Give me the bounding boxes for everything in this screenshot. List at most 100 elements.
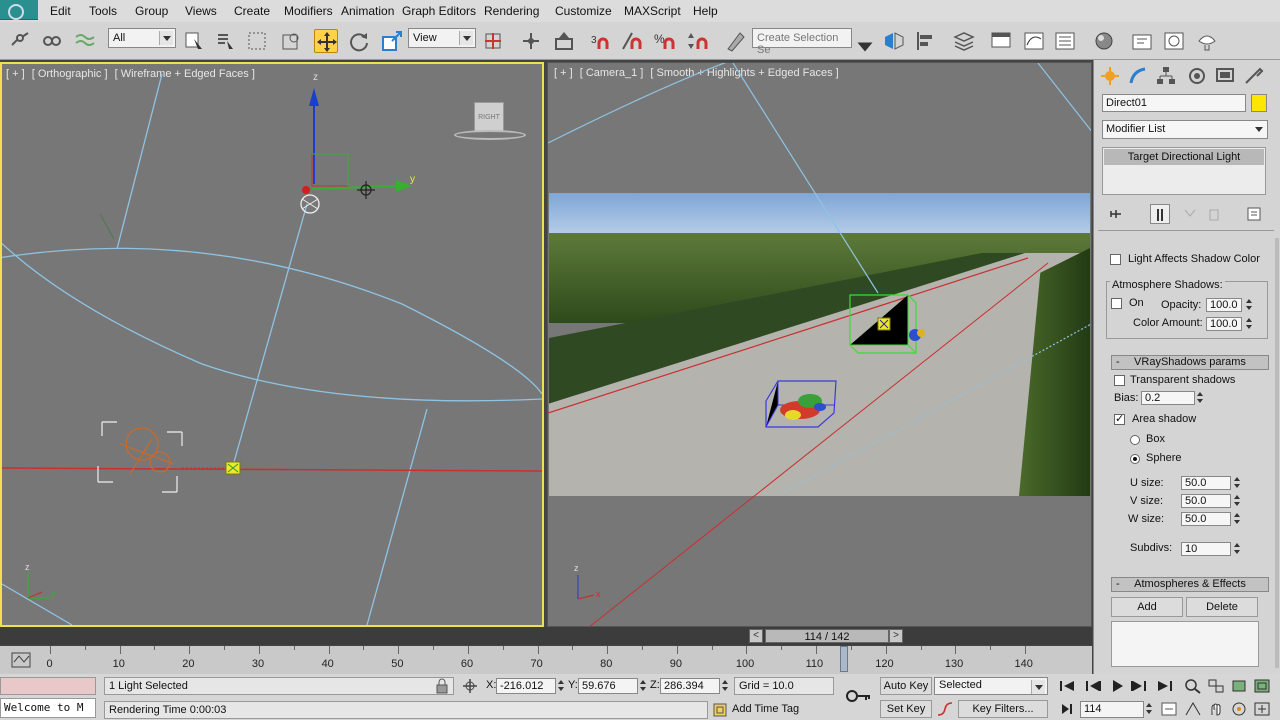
menu-views[interactable]: Views xyxy=(185,4,217,18)
select-and-scale-icon[interactable] xyxy=(380,29,404,53)
menu-graph-editors[interactable]: Graph Editors xyxy=(402,4,476,18)
spinner-snap-icon[interactable] xyxy=(686,29,710,53)
bind-to-space-warp-icon[interactable] xyxy=(73,29,97,53)
box-radio[interactable] xyxy=(1130,435,1140,445)
selection-filter-dropdown[interactable]: All xyxy=(108,28,176,48)
select-and-link-icon[interactable] xyxy=(8,29,32,53)
modifier-list-dropdown[interactable]: Modifier List xyxy=(1102,120,1268,139)
opacity-input[interactable]: 100.0 xyxy=(1206,298,1242,312)
menu-rendering[interactable]: Rendering xyxy=(484,4,539,18)
key-mode-toggle-icon[interactable] xyxy=(1058,701,1076,717)
align-icon[interactable] xyxy=(914,29,938,53)
keyboard-shortcut-override-icon[interactable] xyxy=(552,29,576,53)
rectangular-selection-icon[interactable] xyxy=(245,29,269,53)
menu-modifiers[interactable]: Modifiers xyxy=(284,4,333,18)
snaps-toggle-icon[interactable]: 3 xyxy=(589,29,613,53)
zoom-all-icon[interactable] xyxy=(1207,678,1225,694)
command-panel-scrollbar[interactable] xyxy=(1275,238,1279,668)
u-size-input[interactable]: 50.0 xyxy=(1181,476,1231,490)
z-coordinate-input[interactable]: 286.394 xyxy=(660,678,720,694)
chevron-down-icon[interactable] xyxy=(853,35,873,59)
menu-customize[interactable]: Customize xyxy=(555,4,612,18)
y-coordinate-input[interactable]: 59.676 xyxy=(578,678,638,694)
zoom-extents-all-icon[interactable] xyxy=(1253,678,1271,694)
effects-list[interactable] xyxy=(1111,621,1259,667)
w-size-input[interactable]: 50.0 xyxy=(1181,512,1231,526)
make-unique-icon[interactable] xyxy=(1182,206,1198,222)
display-tab-icon[interactable] xyxy=(1214,65,1236,87)
delete-effect-button[interactable]: Delete xyxy=(1186,597,1258,617)
create-tab-icon[interactable] xyxy=(1099,65,1121,87)
v-size-spinner[interactable] xyxy=(1233,493,1241,509)
atmosphere-shadows-on-checkbox[interactable] xyxy=(1111,298,1122,309)
material-editor-icon[interactable] xyxy=(1092,29,1116,53)
parameters-scroll-area[interactable]: Light Affects Shadow Color Atmosphere Sh… xyxy=(1098,230,1274,670)
zoom-extents-icon[interactable] xyxy=(1230,678,1248,694)
viewport-orthographic[interactable]: [ + ] [ Orthographic ] [ Wireframe + Edg… xyxy=(0,62,544,627)
x-coordinate-input[interactable]: -216.012 xyxy=(496,678,556,694)
pin-stack-icon[interactable] xyxy=(1108,206,1124,222)
modify-tab-icon[interactable] xyxy=(1127,65,1149,87)
v-size-input[interactable]: 50.0 xyxy=(1181,494,1231,508)
select-and-move-icon[interactable] xyxy=(314,29,338,53)
select-object-icon[interactable] xyxy=(182,29,206,53)
play-icon[interactable] xyxy=(1106,677,1128,695)
add-time-tag-button[interactable]: Add Time Tag xyxy=(732,701,834,717)
menu-group[interactable]: Group xyxy=(135,4,168,18)
select-by-name-icon[interactable] xyxy=(213,29,237,53)
key-filters-button[interactable]: Key Filters... xyxy=(958,700,1048,718)
remove-modifier-icon[interactable] xyxy=(1206,206,1222,222)
color-amount-input[interactable]: 100.0 xyxy=(1206,317,1242,331)
maximize-viewport-icon[interactable] xyxy=(1253,701,1271,717)
time-configuration-icon[interactable] xyxy=(1160,701,1178,717)
current-frame-input[interactable]: 114 xyxy=(1080,701,1144,718)
show-end-result-icon[interactable] xyxy=(1150,204,1170,224)
stack-item-target-directional-light[interactable]: Target Directional Light xyxy=(1104,149,1264,165)
render-setup-icon[interactable] xyxy=(1130,29,1154,53)
menu-create[interactable]: Create xyxy=(234,4,270,18)
bias-input[interactable]: 0.2 xyxy=(1141,391,1195,405)
utilities-tab-icon[interactable] xyxy=(1242,65,1264,87)
time-slider-track[interactable] xyxy=(0,627,1092,645)
select-and-manipulate-icon[interactable] xyxy=(519,29,543,53)
current-frame-spinner[interactable] xyxy=(1145,701,1153,717)
w-size-spinner[interactable] xyxy=(1233,511,1241,527)
menu-animation[interactable]: Animation xyxy=(341,4,394,18)
render-production-icon[interactable] xyxy=(1195,29,1219,53)
layer-manager-icon[interactable] xyxy=(952,29,976,53)
edit-named-selection-icon[interactable] xyxy=(724,29,748,53)
next-frame-icon[interactable] xyxy=(1128,677,1150,695)
zoom-icon[interactable] xyxy=(1184,678,1202,694)
key-mode-dropdown[interactable]: Selected xyxy=(934,677,1048,695)
opacity-spinner[interactable] xyxy=(1245,297,1253,313)
field-of-view-icon[interactable] xyxy=(1184,701,1202,717)
set-key-mode-key-icon[interactable] xyxy=(844,686,872,706)
percent-snap-icon[interactable]: % xyxy=(653,29,677,53)
select-and-rotate-icon[interactable] xyxy=(347,29,371,53)
angle-snap-icon[interactable] xyxy=(620,29,644,53)
mirror-icon[interactable] xyxy=(882,29,906,53)
u-size-spinner[interactable] xyxy=(1233,475,1241,491)
curve-editor-icon[interactable] xyxy=(1022,29,1046,53)
schematic-view-icon[interactable] xyxy=(1053,29,1077,53)
time-slider-thumb[interactable]: 114 / 142 xyxy=(765,629,889,643)
add-effect-button[interactable]: Add xyxy=(1111,597,1183,617)
named-selection-set-input[interactable]: Create Selection Se xyxy=(752,28,852,56)
object-color-swatch[interactable] xyxy=(1251,94,1267,112)
light-affects-shadow-color-checkbox[interactable] xyxy=(1110,254,1121,265)
default-in-out-tangent-icon[interactable] xyxy=(936,701,954,717)
trackbar[interactable]: 0 10 20 30 40 50 60 70 80 90 100 110 120 130 140 xyxy=(0,646,1092,674)
pivot-center-icon[interactable] xyxy=(481,29,505,53)
sphere-radio[interactable] xyxy=(1130,454,1140,464)
viewport-camera[interactable]: [ + ] [ Camera_1 ] [ Smooth + Highlights… xyxy=(547,62,1092,627)
atmospheres-effects-rollout-header[interactable]: - Atmospheres & Effects xyxy=(1111,577,1269,592)
app-logo-icon[interactable] xyxy=(0,0,38,20)
viewcube-ring-icon[interactable] xyxy=(454,130,526,140)
open-mini-curve-editor-icon[interactable] xyxy=(10,650,32,670)
object-name-input[interactable]: Direct01 xyxy=(1102,94,1246,112)
time-tag-icon[interactable] xyxy=(712,702,728,718)
reference-coordinate-dropdown[interactable]: View xyxy=(408,28,476,48)
selection-lock-icon[interactable] xyxy=(434,678,450,694)
previous-frame-icon[interactable] xyxy=(1082,677,1104,695)
auto-key-button[interactable]: Auto Key xyxy=(880,677,932,695)
